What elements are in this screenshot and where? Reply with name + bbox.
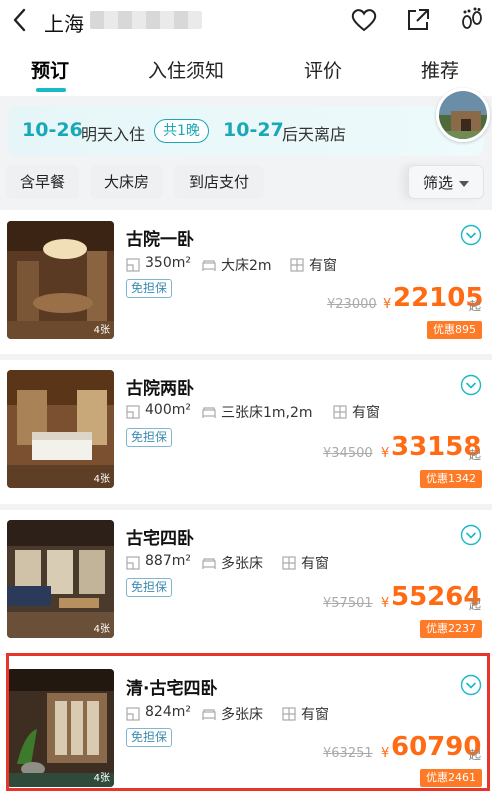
photo-count: 4张 — [93, 624, 110, 635]
room-price: 60790 — [391, 732, 482, 762]
photo-count: 4张 — [93, 474, 110, 485]
currency-symbol: ¥ — [383, 297, 392, 312]
bed-icon — [202, 260, 216, 271]
tab-reviews[interactable]: 评价 — [304, 56, 342, 83]
filter-button-label: 筛选 — [422, 174, 453, 192]
chevron-down-circle-icon[interactable] — [460, 374, 482, 396]
room-name: 古院一卧 — [126, 230, 194, 250]
window-icon — [282, 707, 296, 721]
area-icon — [126, 556, 140, 570]
discount-badge: 优惠1342 — [420, 470, 482, 488]
share-icon[interactable] — [404, 6, 432, 34]
currency-symbol: ¥ — [381, 746, 390, 761]
room-photo[interactable]: 4张 — [7, 669, 114, 787]
room-card[interactable]: 4张 古院一卧 350m² 大床2m 有窗 免担保 ¥23000 ¥ 22105… — [0, 210, 492, 354]
filter-bar: 含早餐 大床房 到店支付 筛选 — [0, 160, 492, 206]
room-price: 33158 — [391, 432, 482, 462]
room-bed: 大床2m — [221, 258, 272, 274]
room-photo[interactable]: 4张 — [7, 221, 114, 339]
tab-recommend[interactable]: 推荐 — [421, 56, 459, 83]
tab-bar: 预订 入住须知 评价 推荐 — [0, 40, 492, 96]
area-icon — [126, 258, 140, 272]
no-guarantee-badge: 免担保 — [126, 728, 173, 747]
room-area: 400m² — [145, 402, 191, 418]
chevron-down-circle-icon[interactable] — [460, 674, 482, 696]
no-guarantee-badge: 免担保 — [126, 578, 173, 597]
filter-button[interactable]: 筛选 — [408, 165, 484, 199]
tab-checkin-notes[interactable]: 入住须知 — [148, 56, 224, 83]
area-icon — [126, 707, 140, 721]
original-price: ¥57501 — [323, 596, 373, 611]
window-icon — [290, 258, 304, 272]
window-icon — [333, 405, 347, 419]
discount-badge: 优惠895 — [427, 321, 482, 339]
no-guarantee-badge: 免担保 — [126, 428, 173, 447]
room-name: 古宅四卧 — [126, 529, 194, 549]
top-bar: 上海 — [0, 0, 492, 40]
room-window: 有窗 — [301, 556, 329, 572]
no-guarantee-badge: 免担保 — [126, 279, 173, 298]
room-card[interactable]: 4张 古宅四卧 887m² 多张床 有窗 免担保 ¥57501 ¥ 55264 … — [0, 510, 492, 654]
room-area: 887m² — [145, 553, 191, 569]
tab-booking[interactable]: 预订 — [31, 56, 69, 83]
original-price: ¥63251 — [323, 746, 373, 761]
date-selector[interactable]: 10-26 明天入住 共1晚 10-27 后天离店 — [8, 106, 484, 156]
room-card[interactable]: 4张 古院两卧 400m² 三张床1m,2m 有窗 免担保 ¥34500 ¥ 3… — [0, 360, 492, 504]
heart-icon[interactable] — [350, 6, 378, 34]
room-photo[interactable]: 4张 — [7, 520, 114, 638]
currency-symbol: ¥ — [381, 446, 390, 461]
active-tab-indicator — [36, 88, 66, 92]
original-price: ¥34500 — [323, 446, 373, 461]
room-photo[interactable]: 4张 — [7, 370, 114, 488]
checkout-date[interactable]: 10-27 — [223, 119, 284, 141]
room-window: 有窗 — [301, 707, 329, 723]
chevron-down-circle-icon[interactable] — [460, 524, 482, 546]
hotel-title: 上海 — [44, 12, 84, 36]
price-from-label: 起 — [469, 598, 482, 612]
filter-chip-pay-at-hotel[interactable]: 到店支付 — [174, 165, 264, 199]
original-price: ¥23000 — [327, 297, 377, 312]
hotel-photo-avatar[interactable] — [436, 88, 490, 142]
footprint-icon[interactable] — [458, 6, 486, 34]
photo-count: 4张 — [93, 773, 110, 784]
window-icon — [282, 556, 296, 570]
nights-badge: 共1晚 — [154, 119, 209, 143]
area-icon — [126, 405, 140, 419]
price-from-label: 起 — [469, 299, 482, 313]
room-window: 有窗 — [352, 405, 380, 421]
price-from-label: 起 — [469, 748, 482, 762]
price-from-label: 起 — [469, 448, 482, 462]
room-bed: 三张床1m,2m — [221, 405, 313, 421]
back-chevron-icon[interactable] — [8, 6, 32, 34]
hotel-name-redacted — [90, 11, 202, 29]
room-area: 350m² — [145, 255, 191, 271]
bed-icon — [202, 407, 216, 418]
discount-badge: 优惠2237 — [420, 620, 482, 638]
room-card[interactable]: 4张 清·古宅四卧 824m² 多张床 有窗 免担保 ¥63251 ¥ 6079… — [0, 655, 492, 793]
currency-symbol: ¥ — [381, 596, 390, 611]
discount-badge: 优惠2461 — [420, 769, 482, 787]
room-bed: 多张床 — [221, 556, 263, 572]
room-price: 55264 — [391, 582, 482, 612]
room-bed: 多张床 — [221, 707, 263, 723]
caret-down-icon — [459, 180, 469, 187]
photo-count: 4张 — [93, 325, 110, 336]
bed-icon — [202, 709, 216, 720]
chevron-down-circle-icon[interactable] — [460, 224, 482, 246]
room-name: 古院两卧 — [126, 379, 194, 399]
room-window: 有窗 — [309, 258, 337, 274]
room-area: 824m² — [145, 704, 191, 720]
checkin-label: 明天入住 — [81, 125, 146, 144]
filter-chip-breakfast[interactable]: 含早餐 — [6, 165, 79, 199]
checkin-date[interactable]: 10-26 — [22, 119, 83, 141]
bed-icon — [202, 558, 216, 569]
checkout-label: 后天离店 — [282, 125, 347, 144]
room-name: 清·古宅四卧 — [126, 679, 218, 699]
filter-chip-king-bed[interactable]: 大床房 — [90, 165, 163, 199]
